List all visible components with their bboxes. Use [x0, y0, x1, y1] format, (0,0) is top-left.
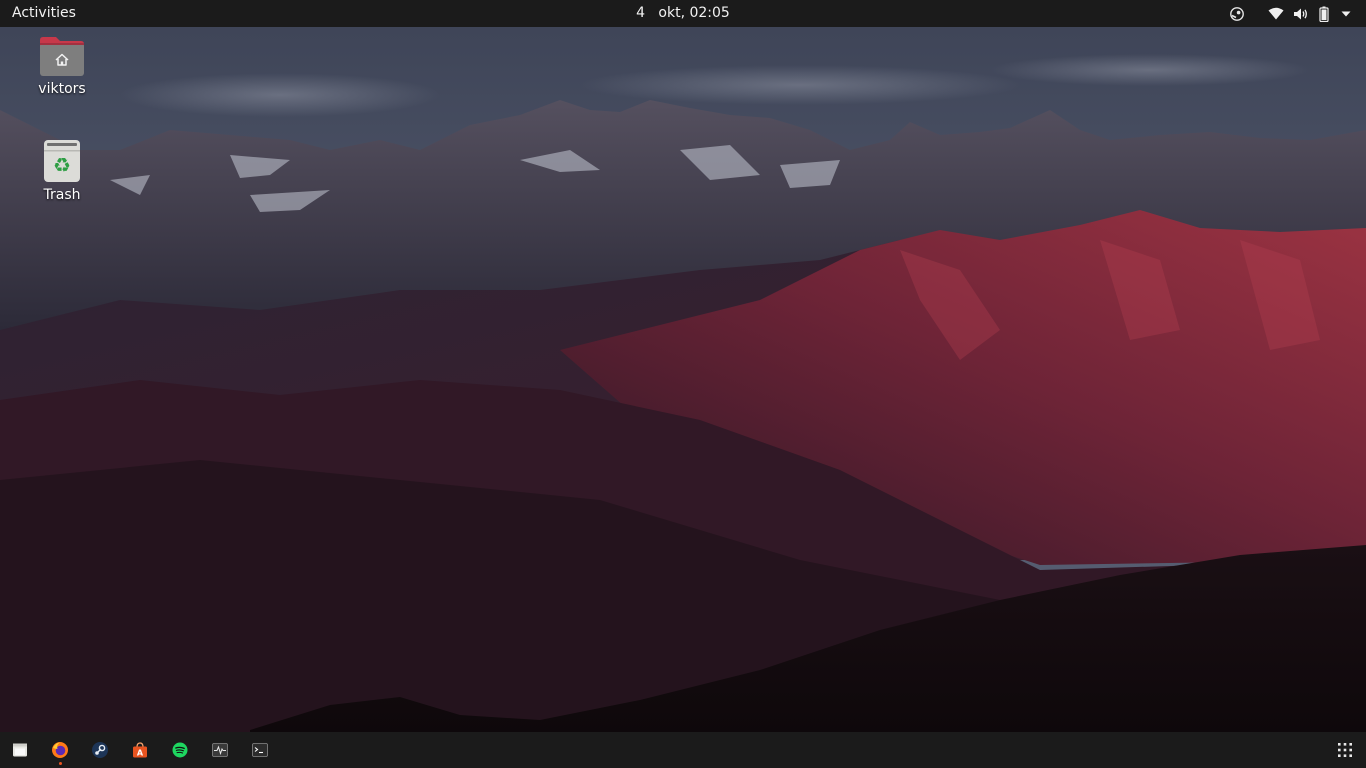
steam-tray-icon[interactable] — [1224, 0, 1250, 27]
desktop-icon-label: Trash — [43, 187, 81, 203]
desktop-icon-label: viktors — [38, 81, 86, 97]
clock-area: 4 okt, 02:05 — [0, 0, 1366, 27]
clock-button[interactable]: 4 okt, 02:05 — [636, 5, 730, 21]
clock-date-time: okt, 02:05 — [658, 5, 730, 21]
steam-icon[interactable] — [90, 740, 110, 760]
dock: A — [0, 732, 1366, 768]
volume-icon[interactable] — [1288, 0, 1314, 27]
top-bar: Activities 4 okt, 02:05 — [0, 0, 1366, 27]
running-indicator — [59, 762, 62, 765]
battery-icon[interactable] — [1314, 0, 1334, 27]
desktop-wallpaper — [0, 0, 1366, 768]
svg-text:A: A — [137, 749, 144, 758]
terminal-icon[interactable] — [250, 740, 270, 760]
spotify-icon[interactable] — [170, 740, 190, 760]
show-applications-icon[interactable] — [1338, 743, 1352, 757]
activities-button[interactable]: Activities — [12, 0, 76, 27]
desktop-icon-trash[interactable]: ♻ Trash — [17, 138, 107, 203]
files-icon[interactable] — [10, 740, 30, 760]
software-center-icon[interactable]: A — [130, 740, 150, 760]
trash-icon: ♻ — [44, 140, 80, 182]
svg-text:♻: ♻ — [53, 153, 71, 177]
clock-day: 4 — [636, 5, 646, 21]
home-folder-icon — [40, 37, 84, 76]
system-tray — [1224, 0, 1356, 27]
system-menu-arrow-icon[interactable] — [1336, 0, 1356, 27]
desktop-icon-home[interactable]: viktors — [17, 34, 107, 97]
system-monitor-icon[interactable] — [210, 740, 230, 760]
firefox-icon[interactable] — [50, 740, 70, 760]
wifi-icon[interactable] — [1264, 0, 1288, 27]
